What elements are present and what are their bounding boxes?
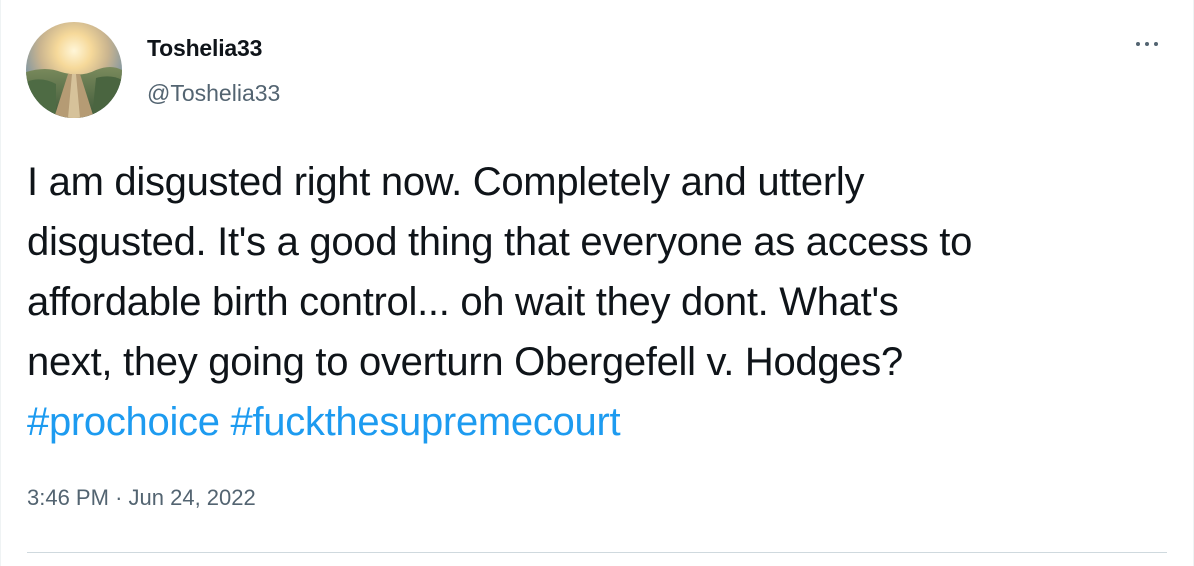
hashtag-link[interactable]: #fuckthesupremecourt [231,400,621,444]
tweet-text-line: I am disgusted right now. Completely and… [27,160,865,204]
display-name[interactable]: Toshelia33 [147,35,262,62]
tweet-text-line: next, they going to overturn Obergefell … [27,340,903,384]
meta-separator: · [115,485,123,510]
hashtags-line: #prochoice #fuckthesupremecourt [27,392,1167,452]
user-handle[interactable]: @Toshelia33 [147,80,280,107]
tweet-text-line: affordable birth control... oh wait they… [27,280,899,324]
hashtag-link[interactable]: #prochoice [27,400,220,444]
tweet-text-line: disgusted. It's a good thing that everyo… [27,220,973,264]
tweet-time: 3:46 PM [27,485,109,510]
avatar[interactable] [26,22,122,118]
avatar-image [26,22,122,118]
divider [27,552,1167,553]
more-horizontal-icon-dot [1145,42,1149,46]
more-horizontal-icon [1136,42,1140,46]
tweet-text: I am disgusted right now. Completely and… [27,152,1167,452]
tweet-timestamp[interactable]: 3:46 PM · Jun 24, 2022 [27,485,256,511]
more-options-button[interactable] [1127,30,1167,58]
more-horizontal-icon-dot [1154,42,1158,46]
tweet-date: Jun 24, 2022 [128,485,256,510]
tweet-card: Toshelia33 @Toshelia33 I am disgusted ri… [0,0,1194,566]
